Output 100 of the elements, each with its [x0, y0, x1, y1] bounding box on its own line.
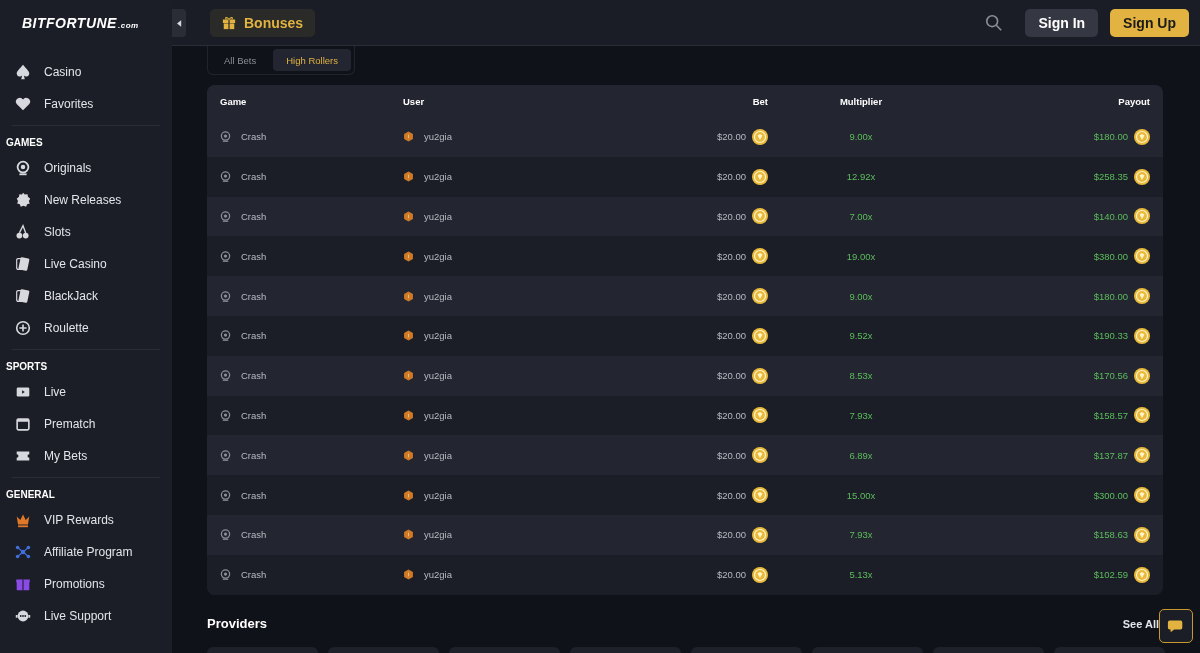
calendar-icon: [14, 415, 32, 433]
search-icon[interactable]: [985, 13, 1004, 32]
target-icon: [220, 171, 231, 183]
sidebar-item[interactable]: Slots: [6, 216, 166, 248]
hexagon-badge-icon: [403, 290, 414, 302]
see-all-link[interactable]: See All: [1122, 617, 1159, 630]
payout-amount: $158.63: [1093, 529, 1128, 541]
sidebar-item[interactable]: Live Support: [6, 600, 166, 632]
game-name: Crash: [241, 569, 267, 581]
bet-amount: $20.00: [716, 529, 746, 541]
game-name: Crash: [241, 409, 267, 421]
bet-amount: $20.00: [716, 370, 746, 382]
coin-icon: [752, 407, 768, 424]
sidebar-item[interactable]: Favorites: [6, 88, 166, 120]
sidebar-item[interactable]: Live Casino: [6, 248, 166, 280]
multiplier: 7.93x: [849, 409, 873, 421]
coin-icon: [752, 367, 768, 384]
game-name: Crash: [241, 489, 267, 501]
coin-icon: [752, 208, 768, 225]
section-heading: GAMES: [6, 136, 44, 150]
target-icon: [220, 569, 231, 581]
column-header: Bet: [751, 95, 768, 107]
user-name: yu2gia: [424, 489, 452, 501]
coin-icon: [1134, 168, 1150, 185]
hexagon-badge-icon: [403, 489, 414, 501]
sidebar-item[interactable]: Casino: [6, 56, 166, 88]
sidebar-item[interactable]: Prematch: [6, 408, 166, 440]
target-icon: [220, 489, 231, 501]
bet-amount: $20.00: [716, 171, 746, 183]
heart-icon: [14, 95, 32, 113]
bonuses-button[interactable]: Bonuses: [210, 8, 316, 37]
target-icon: [220, 250, 231, 262]
game-name: Crash: [241, 290, 267, 302]
target-icon: [220, 131, 231, 143]
section-heading: GENERAL: [6, 488, 56, 502]
game-name: Crash: [241, 330, 267, 342]
plus-icon: [14, 319, 32, 337]
payout-amount: $102.59: [1093, 569, 1128, 581]
sidebar-item[interactable]: Live: [6, 376, 166, 408]
badge-icon: [14, 191, 32, 209]
sidebar-item[interactable]: VIP Rewards: [6, 504, 166, 536]
collapse-button[interactable]: [172, 9, 186, 37]
multiplier: 12.92x: [846, 171, 876, 183]
logo[interactable]: BITFORTUNE.com: [6, 0, 166, 46]
user-name: yu2gia: [424, 569, 452, 581]
game-name: Crash: [241, 370, 267, 382]
hexagon-badge-icon: [403, 569, 414, 581]
hexagon-badge-icon: [403, 250, 414, 262]
coin-icon: [752, 487, 768, 504]
hexagon-badge-icon: [403, 370, 414, 382]
user-name: yu2gia: [424, 449, 452, 461]
sign-up-button[interactable]: Sign Up: [1110, 8, 1189, 37]
hexagon-badge-icon: [403, 171, 414, 183]
multiplier: 5.13x: [849, 569, 873, 581]
target-icon: [220, 370, 231, 382]
chat-button[interactable]: [1159, 609, 1193, 643]
sidebar-item[interactable]: Promotions: [6, 568, 166, 600]
coin-icon: [1134, 367, 1150, 384]
coin-icon: [752, 327, 768, 344]
multiplier: 7.93x: [849, 529, 873, 541]
game-name: Crash: [241, 529, 267, 541]
user-name: yu2gia: [424, 330, 452, 342]
tab[interactable]: High Rollers: [273, 49, 351, 71]
sidebar-item[interactable]: Affiliate Program: [6, 536, 166, 568]
target-icon: [220, 529, 231, 541]
payout-amount: $258.35: [1093, 171, 1128, 183]
hexagon-badge-icon: [403, 529, 414, 541]
bet-amount: $20.00: [716, 409, 746, 421]
payout-amount: $380.00: [1093, 250, 1128, 262]
game-name: Crash: [241, 171, 267, 183]
tab[interactable]: All Bets: [211, 49, 270, 71]
user-name: yu2gia: [424, 211, 452, 222]
coin-icon: [1134, 566, 1150, 583]
user-name: yu2gia: [424, 370, 452, 382]
coin-icon: [1134, 248, 1150, 265]
gift-icon: [222, 15, 236, 30]
multiplier: 15.00x: [846, 489, 876, 501]
coin-icon: [752, 447, 768, 464]
coin-icon: [752, 128, 768, 145]
sidebar-item[interactable]: Roulette: [6, 312, 166, 344]
sign-in-button[interactable]: Sign In: [1025, 8, 1099, 37]
hexagon-badge-icon: [403, 409, 414, 421]
user-name: yu2gia: [424, 250, 452, 262]
hexagon-badge-icon: [403, 330, 414, 342]
coin-icon: [752, 288, 768, 305]
sidebar-item[interactable]: My Bets: [6, 440, 166, 472]
coin-icon: [1134, 407, 1150, 424]
bet-amount: $20.00: [716, 211, 746, 222]
target-icon: [220, 290, 231, 302]
payout-amount: $180.00: [1093, 131, 1128, 143]
section-heading: SPORTS: [6, 360, 49, 374]
sidebar-item[interactable]: BlackJack: [6, 280, 166, 312]
multiplier: 8.53x: [849, 370, 873, 382]
game-name: Crash: [241, 449, 267, 461]
sidebar-item[interactable]: New Releases: [6, 184, 166, 216]
game-name: Crash: [241, 131, 267, 143]
sidebar-item[interactable]: Originals: [6, 152, 166, 184]
coin-icon: [1134, 447, 1150, 464]
column-header: Game: [220, 95, 248, 107]
coin-icon: [1134, 208, 1150, 225]
